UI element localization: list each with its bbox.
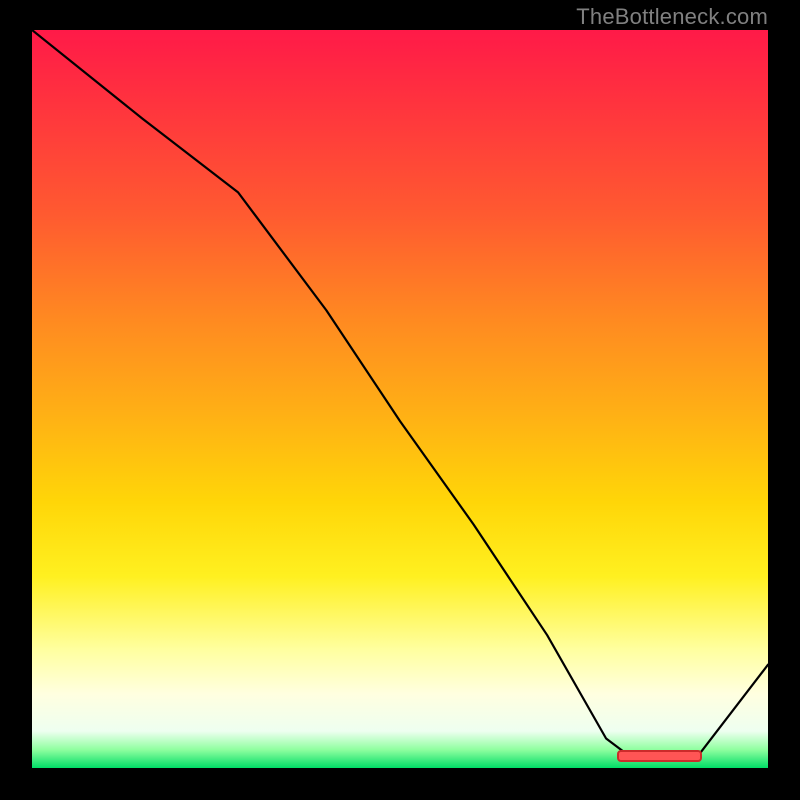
optimal-range-marker: [617, 750, 703, 762]
plot-area: [32, 30, 768, 768]
curve-svg: [32, 30, 768, 768]
bottleneck-line: [32, 30, 768, 761]
watermark-text: TheBottleneck.com: [576, 4, 768, 30]
chart-frame: TheBottleneck.com: [0, 0, 800, 800]
